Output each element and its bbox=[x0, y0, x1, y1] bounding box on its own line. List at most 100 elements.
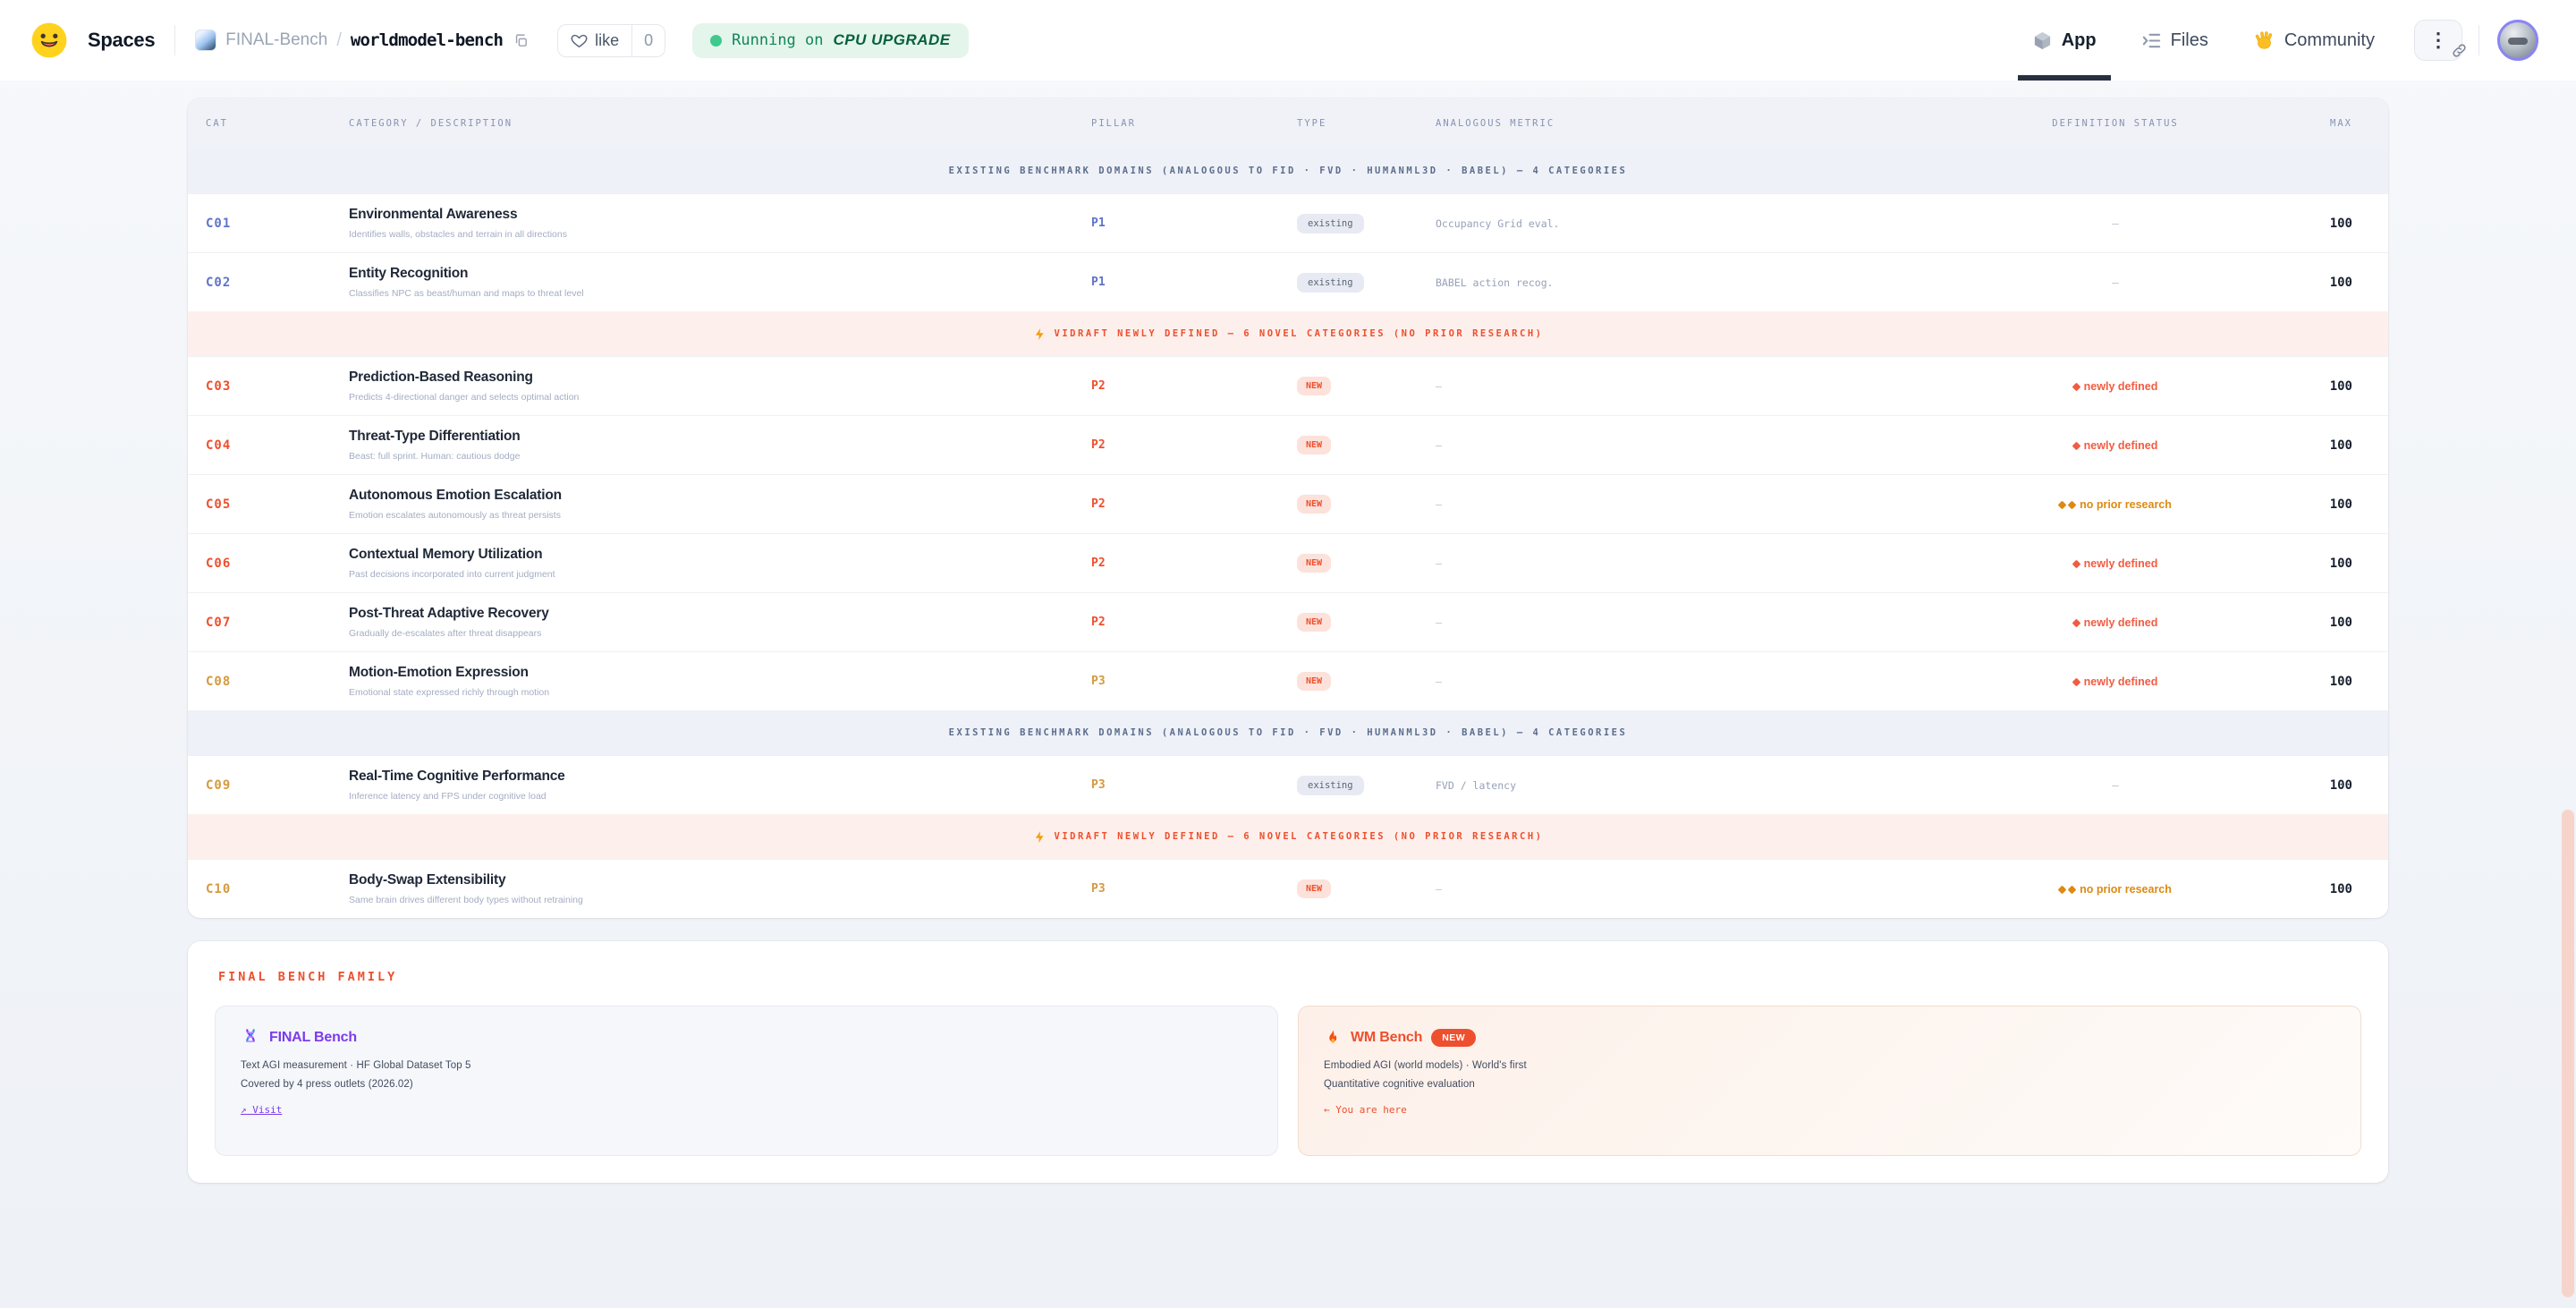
category-description: Identifies walls, obstacles and terrain … bbox=[349, 229, 1082, 240]
tab-files[interactable]: Files bbox=[2123, 0, 2226, 81]
column-header-max: MAX bbox=[2267, 118, 2352, 129]
breadcrumb-space[interactable]: worldmodel-bench bbox=[351, 30, 503, 50]
final-bench-line: Covered by 4 press outlets (2026.02) bbox=[241, 1079, 1252, 1090]
breadcrumb-separator: / bbox=[336, 30, 342, 51]
kebab-menu-button[interactable]: ⋮ bbox=[2414, 20, 2462, 61]
category-description: Emotion escalates autonomously as threat… bbox=[349, 510, 1082, 521]
star-icon bbox=[2058, 885, 2067, 894]
breadcrumb-org[interactable]: FINAL-Bench bbox=[225, 30, 327, 50]
category-cell: Motion-Emotion ExpressionEmotional state… bbox=[349, 665, 1082, 698]
category-cell: Post-Threat Adaptive RecoveryGradually d… bbox=[349, 606, 1082, 639]
section-header-label: EXISTING BENCHMARK DOMAINS (ANALOGOUS TO… bbox=[949, 727, 1628, 738]
benchmark-table: CAT CATEGORY / DESCRIPTION PILLAR TYPE A… bbox=[188, 98, 2388, 918]
category-code: C04 bbox=[206, 438, 349, 453]
like-count[interactable]: 0 bbox=[631, 25, 665, 56]
max-value: 100 bbox=[2267, 675, 2352, 689]
pillar-value: P2 bbox=[1082, 556, 1288, 570]
definition-status: newly defined bbox=[1963, 439, 2267, 452]
analogous-metric: – bbox=[1427, 439, 1963, 452]
type-badge: NEW bbox=[1297, 436, 1331, 454]
definition-status-label: newly defined bbox=[2084, 557, 2158, 570]
divider bbox=[174, 25, 175, 55]
star-icon bbox=[2058, 500, 2067, 509]
type-badge: NEW bbox=[1297, 672, 1331, 691]
tab-community[interactable]: Community bbox=[2235, 0, 2393, 81]
final-bench-line: Text AGI measurement · HF Global Dataset… bbox=[241, 1060, 1252, 1071]
hardware-label: CPU UPGRADE bbox=[834, 31, 951, 49]
definition-status: newly defined bbox=[1963, 616, 2267, 629]
user-avatar[interactable] bbox=[2497, 20, 2538, 61]
visit-link[interactable]: ↗ Visit bbox=[241, 1104, 282, 1116]
pillar-value: P2 bbox=[1082, 438, 1288, 452]
pillar-value: P2 bbox=[1082, 379, 1288, 393]
category-cell: Entity RecognitionClassifies NPC as beas… bbox=[349, 266, 1082, 299]
type-cell: NEW bbox=[1288, 377, 1427, 395]
category-title: Contextual Memory Utilization bbox=[349, 547, 1082, 563]
section-header-new: VIDRAFT NEWLY DEFINED — 6 NOVEL CATEGORI… bbox=[188, 311, 2388, 356]
running-status-badge[interactable]: Running on CPU UPGRADE bbox=[692, 23, 968, 58]
definition-status: — bbox=[1963, 217, 2267, 230]
max-value: 100 bbox=[2267, 438, 2352, 453]
dna-icon bbox=[241, 1028, 260, 1048]
family-panel: FINAL BENCH FAMILY FINAL Bench Text AGI … bbox=[188, 941, 2388, 1183]
type-cell: existing bbox=[1288, 273, 1427, 293]
type-badge: NEW bbox=[1297, 495, 1331, 514]
table-row: C06Contextual Memory Utilization Past dec… bbox=[188, 533, 2388, 592]
wm-bench-name: WM Bench bbox=[1351, 1030, 1422, 1046]
category-code: C02 bbox=[206, 276, 349, 290]
category-title: Post-Threat Adaptive Recovery bbox=[349, 606, 1082, 622]
category-title: Threat-Type Differentiation bbox=[349, 429, 1082, 445]
star-icon bbox=[2072, 441, 2080, 450]
type-badge: existing bbox=[1297, 273, 1364, 293]
tab-app[interactable]: App bbox=[2014, 0, 2114, 81]
type-cell: NEW bbox=[1288, 613, 1427, 632]
type-badge: existing bbox=[1297, 214, 1364, 234]
definition-status-label: newly defined bbox=[2084, 616, 2158, 629]
section-header-existing: EXISTING BENCHMARK DOMAINS (ANALOGOUS TO… bbox=[188, 149, 2388, 193]
hugging-face-logo bbox=[30, 21, 68, 59]
file-tree-icon bbox=[2141, 30, 2162, 51]
org-avatar[interactable] bbox=[195, 30, 216, 51]
definition-status-label: newly defined bbox=[2084, 675, 2158, 688]
category-code: C05 bbox=[206, 497, 349, 512]
category-title: Real-Time Cognitive Performance bbox=[349, 769, 1082, 785]
column-header-metric: ANALOGOUS METRIC bbox=[1427, 118, 1963, 129]
definition-status: — bbox=[1963, 778, 2267, 792]
max-value: 100 bbox=[2267, 379, 2352, 394]
spaces-brand[interactable]: Spaces bbox=[88, 29, 155, 52]
max-value: 100 bbox=[2267, 556, 2352, 571]
tab-files-label: Files bbox=[2171, 30, 2208, 51]
like-button[interactable]: like 0 bbox=[557, 24, 665, 57]
cube-icon bbox=[2032, 30, 2053, 51]
category-code: C09 bbox=[206, 778, 349, 793]
table-row: C08Motion-Emotion ExpressionEmotional st… bbox=[188, 651, 2388, 710]
star-icon bbox=[2072, 559, 2080, 568]
flame-icon bbox=[1324, 1028, 1342, 1048]
definition-status-label: — bbox=[2112, 217, 2119, 230]
pillar-value: P3 bbox=[1082, 675, 1288, 688]
scrollbar-thumb[interactable] bbox=[2562, 810, 2574, 1297]
category-description: Predicts 4-directional danger and select… bbox=[349, 392, 1082, 403]
section-header-label: VIDRAFT NEWLY DEFINED — 6 NOVEL CATEGORI… bbox=[1055, 831, 1544, 842]
type-cell: NEW bbox=[1288, 554, 1427, 573]
max-value: 100 bbox=[2267, 217, 2352, 231]
wm-bench-line: Quantitative cognitive evaluation bbox=[1324, 1079, 2335, 1090]
max-value: 100 bbox=[2267, 778, 2352, 793]
definition-status-label: — bbox=[2112, 276, 2119, 289]
column-header-cat: CAT bbox=[206, 118, 349, 129]
tab-app-label: App bbox=[2062, 30, 2097, 51]
category-code: C07 bbox=[206, 616, 349, 630]
category-code: C01 bbox=[206, 217, 349, 231]
category-cell: Autonomous Emotion EscalationEmotion esc… bbox=[349, 488, 1082, 521]
final-bench-name[interactable]: FINAL Bench bbox=[269, 1030, 357, 1046]
kebab-menu-icon: ⋮ bbox=[2428, 30, 2448, 50]
category-description: Past decisions incorporated into current… bbox=[349, 569, 1082, 580]
category-code: C10 bbox=[206, 882, 349, 896]
green-dot-icon bbox=[710, 35, 722, 47]
definition-status: — bbox=[1963, 276, 2267, 289]
analogous-metric: – bbox=[1427, 675, 1963, 688]
category-description: Beast: full sprint. Human: cautious dodg… bbox=[349, 451, 1082, 462]
category-code: C06 bbox=[206, 556, 349, 571]
pillar-value: P1 bbox=[1082, 217, 1288, 230]
copy-icon[interactable] bbox=[513, 33, 529, 48]
